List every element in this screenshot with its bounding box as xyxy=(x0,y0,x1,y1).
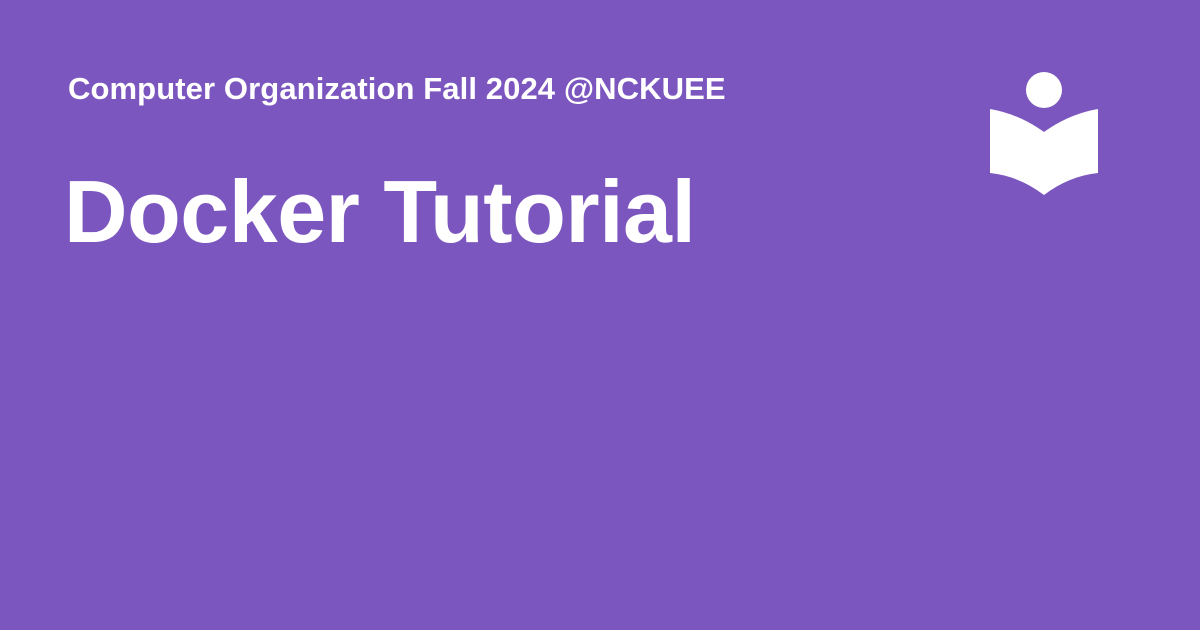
social-preview-card: Computer Organization Fall 2024 @NCKUEE … xyxy=(0,0,1200,630)
course-subtitle: Computer Organization Fall 2024 @NCKUEE xyxy=(68,71,726,106)
reader-book-icon xyxy=(990,72,1098,196)
page-title: Docker Tutorial xyxy=(64,162,696,261)
